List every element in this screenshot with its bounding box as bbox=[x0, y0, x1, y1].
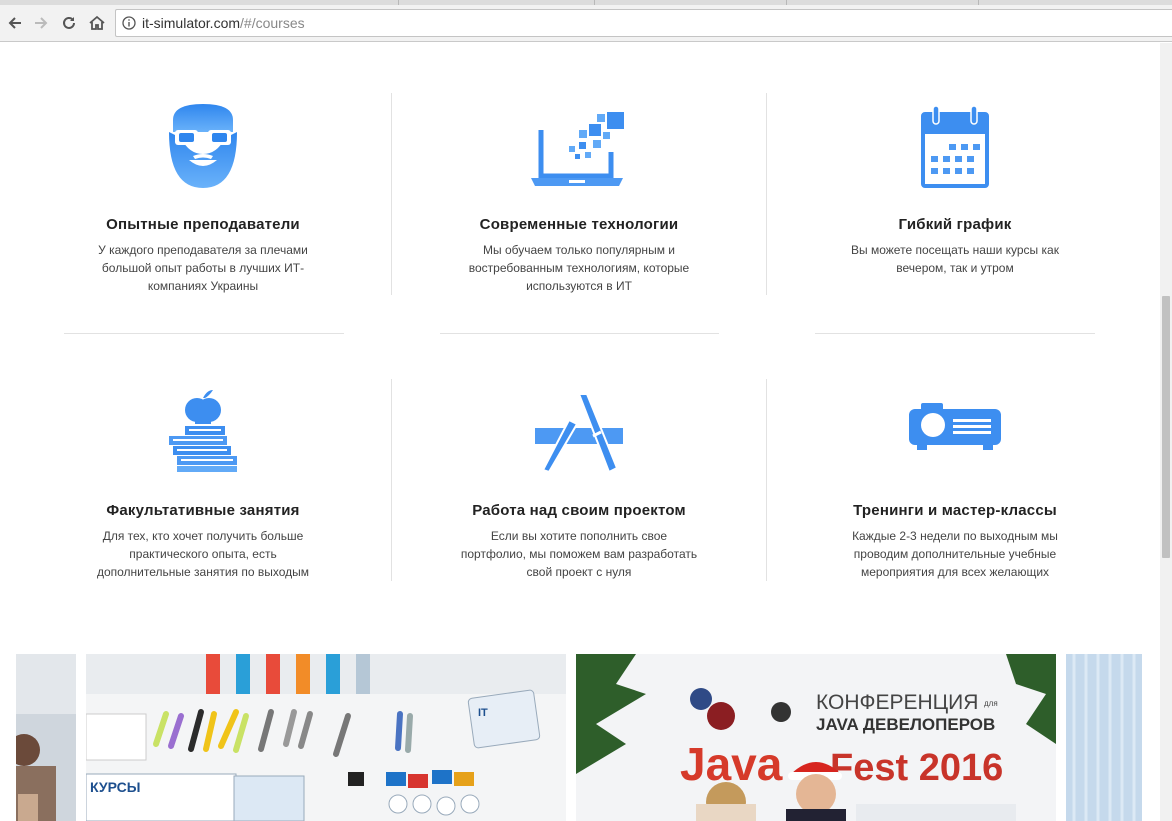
feature-title: Тренинги и мастер-классы bbox=[853, 502, 1057, 519]
books-apple-icon bbox=[33, 379, 373, 474]
brand-badge-text: IT bbox=[478, 707, 488, 719]
feature-title: Факультативные занятия bbox=[106, 502, 300, 519]
scrollbar-thumb[interactable] bbox=[1162, 296, 1170, 558]
feature-title: Работа над своим проектом bbox=[472, 502, 686, 519]
feature-modern-technologies: Современные технологии Мы обучаем только… bbox=[409, 93, 749, 295]
feature-optional-classes: Факультативные занятия Для тех, кто хоче… bbox=[33, 379, 373, 581]
page-content: Опытные преподаватели У каждого преподав… bbox=[0, 43, 1160, 821]
feature-text: Мы обучаем только популярным и востребов… bbox=[468, 243, 690, 293]
feature-own-project: Работа над своим проектом Если вы хотите… bbox=[409, 379, 749, 581]
column-divider bbox=[766, 93, 767, 295]
feature-text: Для тех, кто хочет получить больше практ… bbox=[96, 529, 310, 579]
feature-text: У каждого преподавателя за плечами больш… bbox=[98, 243, 308, 293]
feature-text: Вы можете посещать наши курсы как вечеро… bbox=[851, 243, 1059, 275]
url-host: it-simulator.com bbox=[142, 15, 241, 31]
feature-title: Гибкий график bbox=[898, 216, 1012, 233]
row-divider bbox=[440, 333, 719, 334]
laptop-pixels-icon bbox=[409, 93, 749, 188]
row-divider bbox=[64, 333, 344, 334]
arrow-left-icon bbox=[8, 17, 21, 29]
reload-icon bbox=[63, 16, 75, 29]
gallery-photo[interactable] bbox=[16, 654, 76, 821]
calendar-icon bbox=[785, 93, 1125, 188]
banner-fest-text: Fest 2016 bbox=[830, 747, 1003, 789]
feature-experienced-teachers: Опытные преподаватели У каждого преподав… bbox=[33, 93, 373, 295]
address-bar[interactable]: it-simulator.com/#/courses bbox=[115, 9, 1172, 37]
feature-text: Каждые 2-3 недели по выходным мы проводи… bbox=[852, 529, 1058, 579]
reload-button[interactable] bbox=[57, 11, 81, 35]
browser-toolbar: it-simulator.com/#/courses bbox=[0, 5, 1172, 42]
gallery-photo[interactable] bbox=[1066, 654, 1142, 821]
feature-title: Современные технологии bbox=[479, 216, 679, 233]
url-path: /#/courses bbox=[240, 15, 305, 31]
forward-button[interactable] bbox=[29, 11, 53, 35]
column-divider bbox=[391, 93, 392, 295]
banner-java-text: Java bbox=[680, 738, 783, 790]
brochure-text: КУРСЫ bbox=[90, 779, 140, 795]
site-info-icon[interactable] bbox=[116, 16, 142, 30]
conference-title: КОНФЕРЕНЦИЯ bbox=[816, 691, 978, 714]
url-text: it-simulator.com/#/courses bbox=[142, 15, 305, 31]
row-divider bbox=[815, 333, 1095, 334]
gallery-photo[interactable]: IT КУРСЫ bbox=[86, 654, 566, 821]
conference-preposition: для bbox=[984, 699, 998, 708]
projector-icon bbox=[785, 379, 1125, 474]
feature-flexible-schedule: Гибкий график Вы можете посещать наши ку… bbox=[785, 93, 1125, 277]
app-store-tools-icon bbox=[409, 379, 749, 474]
home-icon bbox=[89, 15, 105, 30]
feature-title: Опытные преподаватели bbox=[106, 216, 300, 233]
back-button[interactable] bbox=[3, 11, 27, 35]
conference-subtitle: JAVA ДЕВЕЛОПЕРОВ bbox=[816, 715, 995, 734]
column-divider bbox=[391, 379, 392, 581]
feature-text: Если вы хотите пополнить свое портфолио,… bbox=[460, 529, 698, 579]
page-scrollbar[interactable] bbox=[1160, 43, 1172, 821]
teacher-beard-icon bbox=[33, 93, 373, 188]
gallery-photo[interactable]: КОНФЕРЕНЦИЯ для JAVA ДЕВЕЛОПЕРОВ Java Fe… bbox=[576, 654, 1056, 821]
arrow-right-icon bbox=[35, 17, 48, 29]
column-divider bbox=[766, 379, 767, 581]
feature-trainings: Тренинги и мастер-классы Каждые 2-3 неде… bbox=[785, 379, 1125, 581]
home-button[interactable] bbox=[85, 11, 109, 35]
